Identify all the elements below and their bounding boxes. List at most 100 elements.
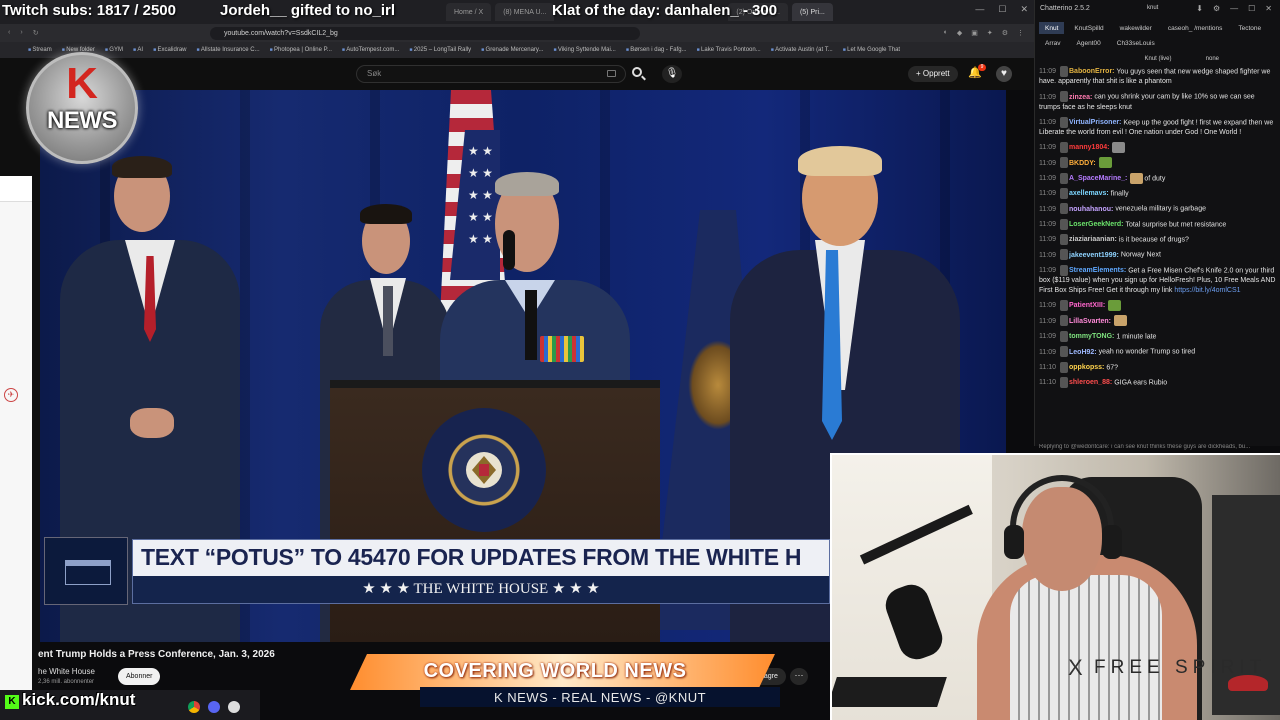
pin-icon[interactable]: ✈: [4, 388, 18, 402]
user-badge-icon: [1060, 116, 1068, 128]
forward-icon[interactable]: ›: [20, 29, 22, 37]
chat-message: 11:09 BKDDY:: [1039, 157, 1277, 169]
bookmark[interactable]: AI: [133, 47, 143, 53]
channel-name[interactable]: he White House: [38, 667, 95, 676]
chat-username[interactable]: LoserGeekNerd:: [1069, 221, 1123, 228]
extension-icon[interactable]: ✦: [987, 29, 993, 37]
browser-tab-active[interactable]: (5) Pri...: [791, 3, 833, 21]
bookmark[interactable]: Børsen i dag - Fafg...: [626, 47, 686, 53]
youtube-header: Søk 🎙 + Opprett 🔔 9 ♥: [0, 58, 1034, 90]
subs-goal: Twitch subs: 1817 / 2500: [2, 2, 176, 19]
download-icon[interactable]: ⬇: [1196, 4, 1203, 13]
chat-username[interactable]: knut: [1147, 5, 1158, 11]
chat-username[interactable]: StreamElements:: [1069, 267, 1126, 274]
user-badge-icon: [1060, 234, 1068, 246]
subscribe-button[interactable]: Abonner: [118, 668, 161, 685]
chat-message: 11:09 tommyTONG: 1 minute late: [1039, 330, 1277, 342]
chat-timestamp: 11:09: [1039, 221, 1056, 229]
chat-username[interactable]: A_SpaceMarine_:: [1069, 175, 1127, 182]
browser-tab[interactable]: (8) MENA U...: [495, 3, 555, 21]
bookmark[interactable]: AutoTempest.com...: [342, 47, 399, 53]
chat-tab[interactable]: Arrav: [1039, 37, 1067, 49]
app-icon[interactable]: [228, 701, 240, 713]
chat-timestamp: 11:09: [1039, 144, 1056, 152]
bookmark[interactable]: Stream: [28, 47, 51, 53]
chat-username[interactable]: PatientXIII:: [1069, 302, 1105, 309]
hair: [495, 172, 559, 196]
chat-text: finally: [1110, 190, 1129, 198]
create-button[interactable]: + Opprett: [908, 66, 958, 82]
chrome-icon[interactable]: [188, 701, 200, 713]
keyboard-icon[interactable]: [607, 70, 616, 77]
maximize-icon[interactable]: ☐: [1248, 4, 1255, 13]
chat-username[interactable]: zinzea:: [1069, 94, 1092, 101]
bookmark[interactable]: Grenade Mercenary...: [481, 47, 544, 53]
url-field[interactable]: youtube.com/watch?v=SsdkCIL2_bg: [210, 26, 640, 40]
video-title: ent Trump Holds a Press Conference, Jan.…: [38, 649, 275, 660]
microphone-icon[interactable]: 🎙: [662, 65, 682, 83]
bookmark[interactable]: Photopea | Online P...: [270, 47, 332, 53]
extension-icon[interactable]: ◐: [944, 29, 948, 37]
chat-tab[interactable]: Agent00: [1071, 37, 1107, 49]
close-icon[interactable]: ✕: [1020, 4, 1028, 15]
chat-tab[interactable]: Tectone: [1232, 22, 1267, 34]
chat-username[interactable]: ziaziariaanian:: [1069, 236, 1117, 243]
more-options-button[interactable]: ···: [790, 668, 808, 685]
extension-icon[interactable]: ⚙: [1002, 29, 1008, 37]
chat-timestamp: 11:09: [1039, 251, 1056, 259]
chat-link[interactable]: https://bit.ly/4omlCS1: [1174, 287, 1240, 294]
bookmark[interactable]: Let Me Google That: [843, 47, 900, 53]
search-input[interactable]: Søk: [356, 65, 626, 83]
chat-username[interactable]: LeoH92:: [1069, 349, 1097, 356]
chat-username[interactable]: LillaSvarten:: [1069, 318, 1111, 325]
chat-username[interactable]: nouhahanou:: [1069, 206, 1113, 213]
bookmark[interactable]: 2025 – LongTail Rally: [409, 47, 471, 53]
bookmark[interactable]: GYM: [105, 47, 123, 53]
settings-icon[interactable]: ⚙: [1213, 4, 1220, 13]
chat-username[interactable]: VirtualPrisoner:: [1069, 119, 1121, 126]
chat-username[interactable]: oppkopss:: [1069, 364, 1104, 371]
chat-username[interactable]: shleroen_88:: [1069, 379, 1112, 386]
chat-username[interactable]: axellemavs:: [1069, 190, 1109, 197]
avatar[interactable]: ♥: [996, 66, 1012, 82]
bookmark[interactable]: Lake Travis Pontoon...: [697, 47, 761, 53]
chat-username[interactable]: tommyTONG:: [1069, 333, 1114, 340]
chat-username[interactable]: jakeevent1999:: [1069, 252, 1119, 259]
chat-timestamp: 11:09: [1039, 119, 1056, 127]
discord-icon[interactable]: [208, 701, 220, 713]
minimize-icon[interactable]: —: [1230, 4, 1238, 13]
hair: [360, 204, 412, 224]
extension-icon[interactable]: ◆: [957, 29, 962, 37]
chat-timestamp: 11:09: [1039, 236, 1056, 244]
chat-text: Norway Next: [1120, 251, 1161, 259]
search-icon[interactable]: [632, 67, 642, 77]
chat-tab[interactable]: wakewilder: [1114, 22, 1158, 34]
chat-message: 11:09 PatientXIII:: [1039, 300, 1277, 312]
minimize-icon[interactable]: —: [975, 4, 984, 15]
chat-tab[interactable]: caseoh_ /mentions: [1162, 22, 1229, 34]
extension-icon[interactable]: ▣: [971, 29, 978, 37]
chat-username[interactable]: BaboonError:: [1069, 68, 1115, 75]
bookmark[interactable]: Activate Austin (at T...: [771, 47, 833, 53]
knews-word: NEWS: [47, 107, 118, 134]
maximize-icon[interactable]: ☐: [998, 4, 1006, 15]
reload-icon[interactable]: ↻: [33, 29, 39, 37]
chat-tab[interactable]: Knut: [1039, 22, 1065, 34]
earcup: [1004, 525, 1024, 559]
kick-url: kick.com/knut: [22, 690, 136, 709]
address-bar: ‹ › ↻ youtube.com/watch?v=SsdkCIL2_bg ◐ …: [0, 24, 1034, 42]
bookmark[interactable]: Viking Syttende Mai...: [553, 47, 616, 53]
back-icon[interactable]: ‹: [8, 29, 10, 37]
chat-tab[interactable]: KnutSpilld: [1068, 22, 1109, 34]
chat-tab[interactable]: Ch33seLouis: [1111, 37, 1161, 49]
close-icon[interactable]: ✕: [1265, 4, 1272, 13]
bookmark[interactable]: Excalidraw: [153, 47, 186, 53]
side-panel-header: [0, 176, 32, 202]
banner-subtitle: ★ ★ ★ THE WHITE HOUSE ★ ★ ★: [362, 581, 600, 597]
bookmark[interactable]: Allstate Insurance C...: [197, 47, 260, 53]
menu-icon[interactable]: ⋮: [1017, 29, 1024, 37]
browser-tab[interactable]: Home / X: [446, 3, 492, 21]
tie: [383, 286, 393, 356]
chat-username[interactable]: manny1804:: [1069, 144, 1109, 151]
chat-username[interactable]: BKDDY:: [1069, 160, 1096, 167]
